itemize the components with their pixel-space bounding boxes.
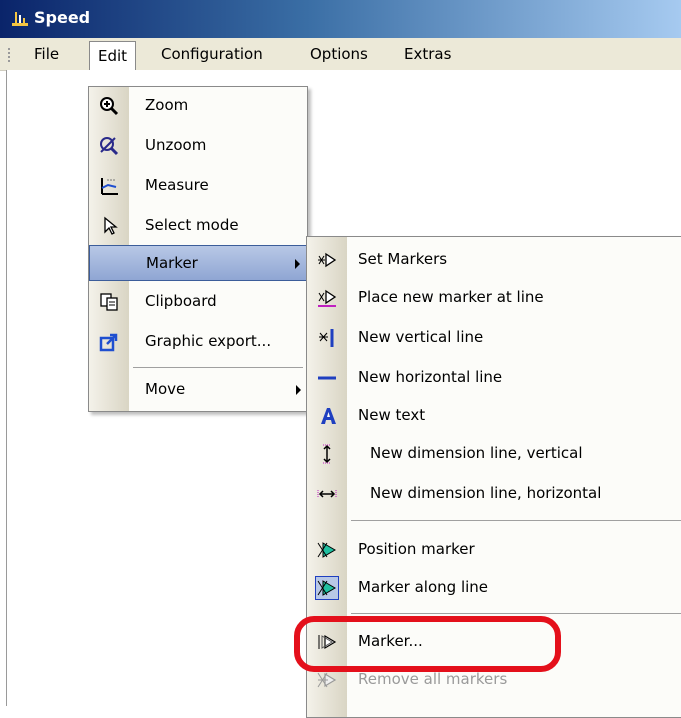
set-markers-icon — [318, 252, 337, 268]
menu-item-graphic-export[interactable]: Graphic export... — [89, 323, 307, 361]
menu-item-label: Graphic export... — [145, 332, 272, 350]
menu-item-select-mode[interactable]: Select mode — [89, 207, 307, 245]
marker-along-line-icon — [315, 576, 339, 600]
toolbar-grip[interactable] — [8, 48, 10, 62]
menu-item-label: New horizontal line — [358, 368, 503, 386]
measure-icon — [101, 178, 118, 195]
menu-item-label: New dimension line, horizontal — [370, 484, 602, 502]
title-bar: Speed — [0, 0, 681, 38]
menu-item-new-text[interactable]: New text — [307, 397, 681, 435]
zoom-in-icon — [100, 97, 119, 116]
menu-item-label: Zoom — [145, 96, 189, 114]
menu-item-unzoom[interactable]: Unzoom — [89, 127, 307, 165]
menu-item-measure[interactable]: Measure — [89, 167, 307, 205]
menu-item-label: New vertical line — [358, 328, 484, 346]
menu-item-label: Marker — [146, 254, 198, 272]
menu-options[interactable]: Options — [302, 42, 376, 66]
dimension-horizontal-icon — [317, 490, 337, 498]
cursor-arrow-icon — [104, 216, 118, 235]
menu-item-marker-along-line[interactable]: Marker along line — [307, 569, 681, 607]
menu-item-new-dimension-horizontal[interactable]: New dimension line, horizontal — [307, 475, 681, 513]
submenu-arrow-icon — [296, 385, 301, 395]
menu-item-label: Unzoom — [145, 136, 207, 154]
vertical-line-icon — [319, 329, 334, 347]
menu-item-label: Place new marker at line — [358, 288, 544, 306]
menu-separator — [351, 520, 681, 521]
menu-bar: File Edit Configuration Options Extras — [0, 38, 681, 72]
menu-item-label: Remove all markers — [358, 670, 508, 688]
window-title: Speed — [34, 8, 91, 27]
unzoom-icon — [100, 137, 119, 156]
edit-menu: Zoom Unzoom Measure Select mode Marker C… — [88, 86, 308, 412]
horizontal-line-icon — [318, 376, 336, 380]
app-logo-icon — [12, 12, 28, 26]
menu-item-set-markers[interactable]: Set Markers — [307, 241, 681, 279]
menu-item-clipboard[interactable]: Clipboard — [89, 283, 307, 321]
position-marker-icon — [317, 542, 336, 558]
menu-file[interactable]: File — [26, 42, 67, 66]
menu-separator — [133, 367, 303, 368]
remove-markers-icon — [317, 672, 337, 688]
menu-item-zoom[interactable]: Zoom — [89, 87, 307, 125]
clipboard-copy-icon — [100, 293, 118, 311]
menu-item-marker[interactable]: Marker — [89, 245, 307, 281]
export-arrow-icon — [99, 333, 118, 352]
menu-item-new-horizontal-line[interactable]: New horizontal line — [307, 359, 681, 397]
dimension-vertical-icon — [323, 444, 331, 464]
menu-separator — [351, 613, 681, 614]
menu-item-label: New text — [358, 406, 426, 424]
menu-configuration[interactable]: Configuration — [153, 42, 271, 66]
menu-item-label: Marker along line — [358, 578, 489, 596]
menu-item-label: Move — [145, 380, 186, 398]
highlight-annotation-oval — [294, 616, 561, 672]
menu-item-label: Set Markers — [358, 250, 448, 268]
menu-item-label: New dimension line, vertical — [370, 444, 583, 462]
menu-item-label: Measure — [145, 176, 209, 194]
menu-item-label: Position marker — [358, 540, 475, 558]
menu-edit[interactable]: Edit — [89, 41, 137, 72]
menu-item-label: Clipboard — [145, 292, 217, 310]
menu-item-move[interactable]: Move — [89, 371, 307, 409]
text-a-icon — [321, 408, 336, 424]
menu-item-place-new-marker[interactable]: Place new marker at line — [307, 279, 681, 317]
menu-item-position-marker[interactable]: Position marker — [307, 531, 681, 569]
place-marker-icon — [318, 289, 337, 307]
menu-item-new-vertical-line[interactable]: New vertical line — [307, 319, 681, 357]
menu-item-label: Select mode — [145, 216, 239, 234]
submenu-arrow-icon — [295, 259, 300, 269]
menu-extras[interactable]: Extras — [396, 42, 459, 66]
menu-item-new-dimension-vertical[interactable]: New dimension line, vertical — [307, 435, 681, 473]
